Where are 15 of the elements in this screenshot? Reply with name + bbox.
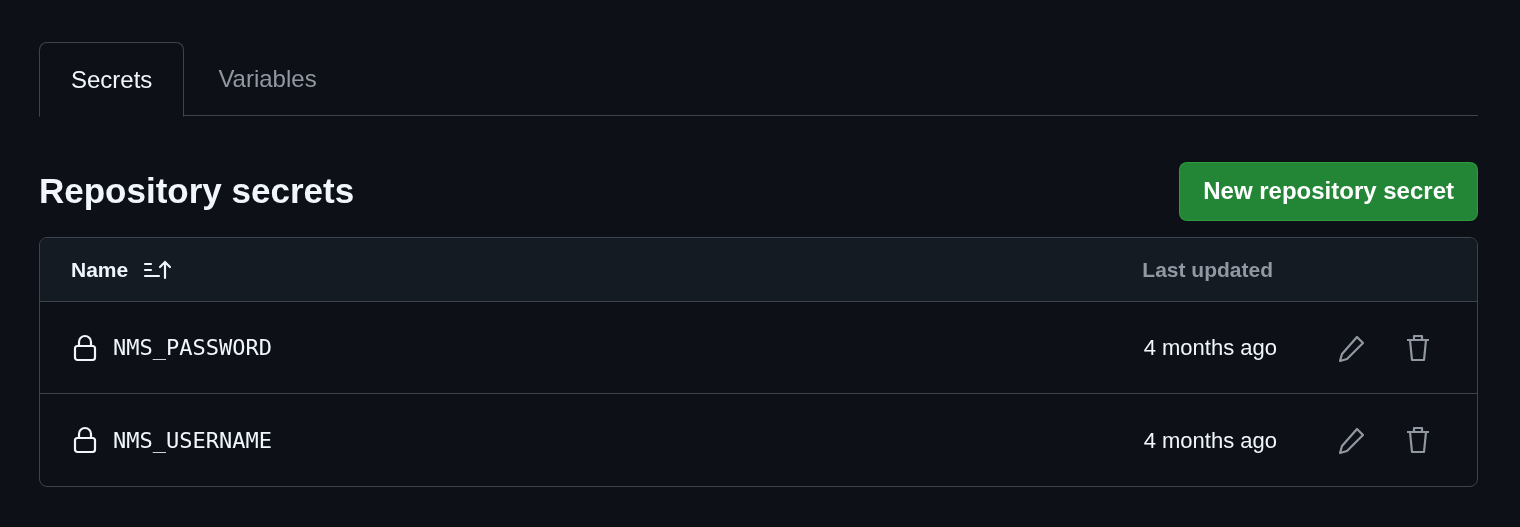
lock-icon [73,333,97,362]
tab[interactable]: Variables [184,42,351,116]
updated-time: 4 months ago [1143,334,1277,362]
lock-icon [73,426,97,454]
secret-name: NMS_USERNAME [113,426,272,455]
column-header[interactable]: Name [71,253,129,286]
pencil-icon [1337,425,1367,455]
column-header: Last updated [1142,256,1273,283]
trash-icon [1405,332,1431,363]
new-secret-button[interactable]: New repository secret [1179,161,1478,221]
tab[interactable]: Secrets [39,42,185,117]
updated-time: 4 months ago [1143,426,1277,455]
section-title: Repository secrets [39,169,355,212]
trash-icon [1405,425,1431,455]
secret-name: NMS_PASSWORD [113,334,272,362]
